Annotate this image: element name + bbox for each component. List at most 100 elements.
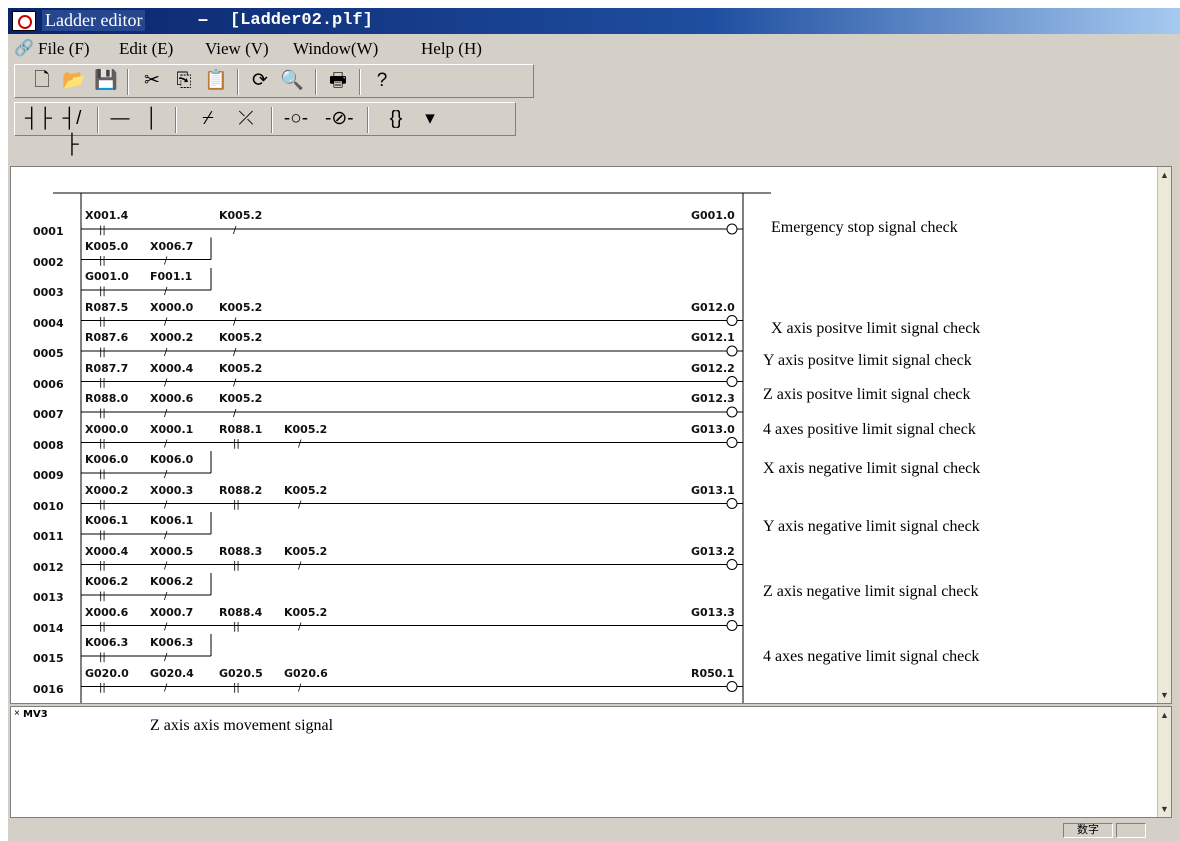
contact-label[interactable]: K006.0	[85, 453, 128, 466]
paste-clipboard-icon[interactable]: 📋	[203, 68, 229, 94]
output-coil[interactable]	[726, 498, 738, 509]
contact-label[interactable]: K005.2	[284, 423, 327, 436]
app-logo-icon[interactable]	[12, 11, 36, 31]
coil-label[interactable]: G001.0	[691, 209, 735, 222]
contact-label[interactable]: K006.1	[85, 514, 128, 527]
output-coil-icon[interactable]: -○-	[283, 106, 309, 132]
contact-label[interactable]: X000.4	[85, 545, 128, 558]
contact-label[interactable]: K006.3	[85, 636, 128, 649]
contact-label[interactable]: K005.2	[284, 484, 327, 497]
menu-file[interactable]: File (F)	[38, 39, 89, 59]
output-coil[interactable]	[726, 559, 738, 570]
contact-label[interactable]: R088.2	[219, 484, 262, 497]
contact-label[interactable]: X006.7	[150, 240, 193, 253]
vertical-line-icon[interactable]: │	[139, 106, 165, 132]
output-coil[interactable]	[726, 681, 738, 692]
contact-label[interactable]: K005.2	[219, 301, 262, 314]
contact-label[interactable]: F001.1	[150, 270, 192, 283]
nc-contact-icon[interactable]: ┤/├	[59, 106, 85, 155]
contact-label[interactable]: X000.1	[150, 423, 193, 436]
contact-label[interactable]: G020.5	[219, 667, 263, 680]
contact-label[interactable]: R087.7	[85, 362, 128, 375]
dropdown-arrow-icon[interactable]: ▾	[417, 106, 443, 132]
contact-label[interactable]: X000.6	[85, 606, 128, 619]
menu-edit[interactable]: Edit (E)	[119, 39, 173, 59]
coil-label[interactable]: G012.1	[691, 331, 735, 344]
delete-horizontal-line-icon[interactable]: ⌿	[195, 106, 221, 132]
menu-help[interactable]: Help (H)	[421, 39, 482, 59]
contact-label[interactable]: R087.5	[85, 301, 128, 314]
contact-label[interactable]: X000.2	[150, 331, 193, 344]
output-coil[interactable]	[726, 406, 738, 418]
save-disk-icon[interactable]: 💾	[93, 68, 119, 94]
editor-vertical-scrollbar[interactable]: ▲ ▼	[1157, 167, 1171, 703]
comment-scroll-down-icon[interactable]: ▼	[1159, 803, 1170, 815]
contact-label[interactable]: K005.2	[219, 392, 262, 405]
contact-label[interactable]: K005.2	[219, 362, 262, 375]
contact-label[interactable]: X000.3	[150, 484, 193, 497]
contact-label[interactable]: K006.0	[150, 453, 193, 466]
comment-scroll-up-icon[interactable]: ▲	[1159, 709, 1170, 721]
contact-label[interactable]: R088.0	[85, 392, 128, 405]
contact-label[interactable]: X000.5	[150, 545, 193, 558]
contact-label[interactable]: K005.2	[219, 209, 262, 222]
coil-label[interactable]: R050.1	[691, 667, 734, 680]
contact-label[interactable]: R088.3	[219, 545, 262, 558]
contact-label[interactable]: R088.1	[219, 423, 262, 436]
scroll-up-arrow-icon[interactable]: ▲	[1159, 169, 1170, 181]
coil-label[interactable]: G013.3	[691, 606, 735, 619]
cut-scissors-icon[interactable]: ✂	[139, 68, 165, 94]
open-folder-icon[interactable]: 📂	[61, 68, 87, 94]
contact-label[interactable]: K006.3	[150, 636, 193, 649]
menu-view[interactable]: View (V)	[205, 39, 269, 59]
contact-label[interactable]: K005.2	[284, 606, 327, 619]
contact-label[interactable]: X000.2	[85, 484, 128, 497]
contact-label[interactable]: K006.1	[150, 514, 193, 527]
contact-label[interactable]: X000.7	[150, 606, 193, 619]
output-coil[interactable]	[726, 345, 738, 357]
contact-label[interactable]: X000.6	[150, 392, 193, 405]
title-bar[interactable]: Ladder editor – [Ladder02.plf]	[8, 8, 1180, 34]
refresh-icon[interactable]: ⟳	[247, 68, 273, 94]
contact-label[interactable]: G020.4	[150, 667, 194, 680]
output-coil[interactable]	[726, 223, 738, 235]
contact-label[interactable]: K006.2	[150, 575, 193, 588]
contact-label[interactable]: R087.6	[85, 331, 128, 344]
contact-label[interactable]: G020.6	[284, 667, 328, 680]
menu-system-icon[interactable]: 🔗	[14, 38, 34, 58]
output-coil[interactable]	[726, 315, 738, 326]
output-coil[interactable]	[726, 437, 738, 448]
contact-label[interactable]: X000.0	[85, 423, 128, 436]
coil-label[interactable]: G012.3	[691, 392, 735, 405]
search-icon[interactable]: 🔍	[279, 68, 305, 94]
coil-label[interactable]: G013.1	[691, 484, 735, 497]
coil-label[interactable]: G012.0	[691, 301, 735, 314]
contact-label[interactable]: X000.4	[150, 362, 193, 375]
contact-label[interactable]: G020.0	[85, 667, 129, 680]
comment-pane[interactable]: × MV3 Z axis axis movement signal ▲ ▼	[10, 706, 1172, 818]
scroll-down-arrow-icon[interactable]: ▼	[1159, 689, 1170, 701]
contact-label[interactable]: R088.4	[219, 606, 262, 619]
output-coil[interactable]	[726, 620, 738, 631]
function-block-icon[interactable]: {}	[383, 106, 409, 132]
coil-label[interactable]: G013.2	[691, 545, 735, 558]
contact-label[interactable]: X001.4	[85, 209, 128, 222]
new-file-icon[interactable]: 🗋	[29, 68, 55, 94]
menu-window[interactable]: Window(W)	[293, 39, 378, 59]
coil-label[interactable]: G013.0	[691, 423, 735, 436]
contact-label[interactable]: G001.0	[85, 270, 129, 283]
print-icon[interactable]: 🖶	[325, 68, 351, 94]
negated-coil-icon[interactable]: -⊘-	[325, 106, 354, 132]
coil-label[interactable]: G012.2	[691, 362, 735, 375]
contact-label[interactable]: K006.2	[85, 575, 128, 588]
output-coil[interactable]	[726, 376, 738, 387]
close-icon[interactable]: ×	[14, 708, 20, 719]
contact-label[interactable]: X000.0	[150, 301, 193, 314]
comment-vertical-scrollbar[interactable]: ▲ ▼	[1157, 707, 1171, 817]
contact-label[interactable]: K005.2	[219, 331, 262, 344]
delete-vertical-line-icon[interactable]: ⤫	[233, 106, 259, 132]
contact-label[interactable]: K005.2	[284, 545, 327, 558]
copy-icon[interactable]: ⎘	[171, 68, 197, 94]
no-contact-icon[interactable]: ┤├	[25, 106, 52, 132]
horizontal-line-icon[interactable]: —	[107, 106, 133, 132]
